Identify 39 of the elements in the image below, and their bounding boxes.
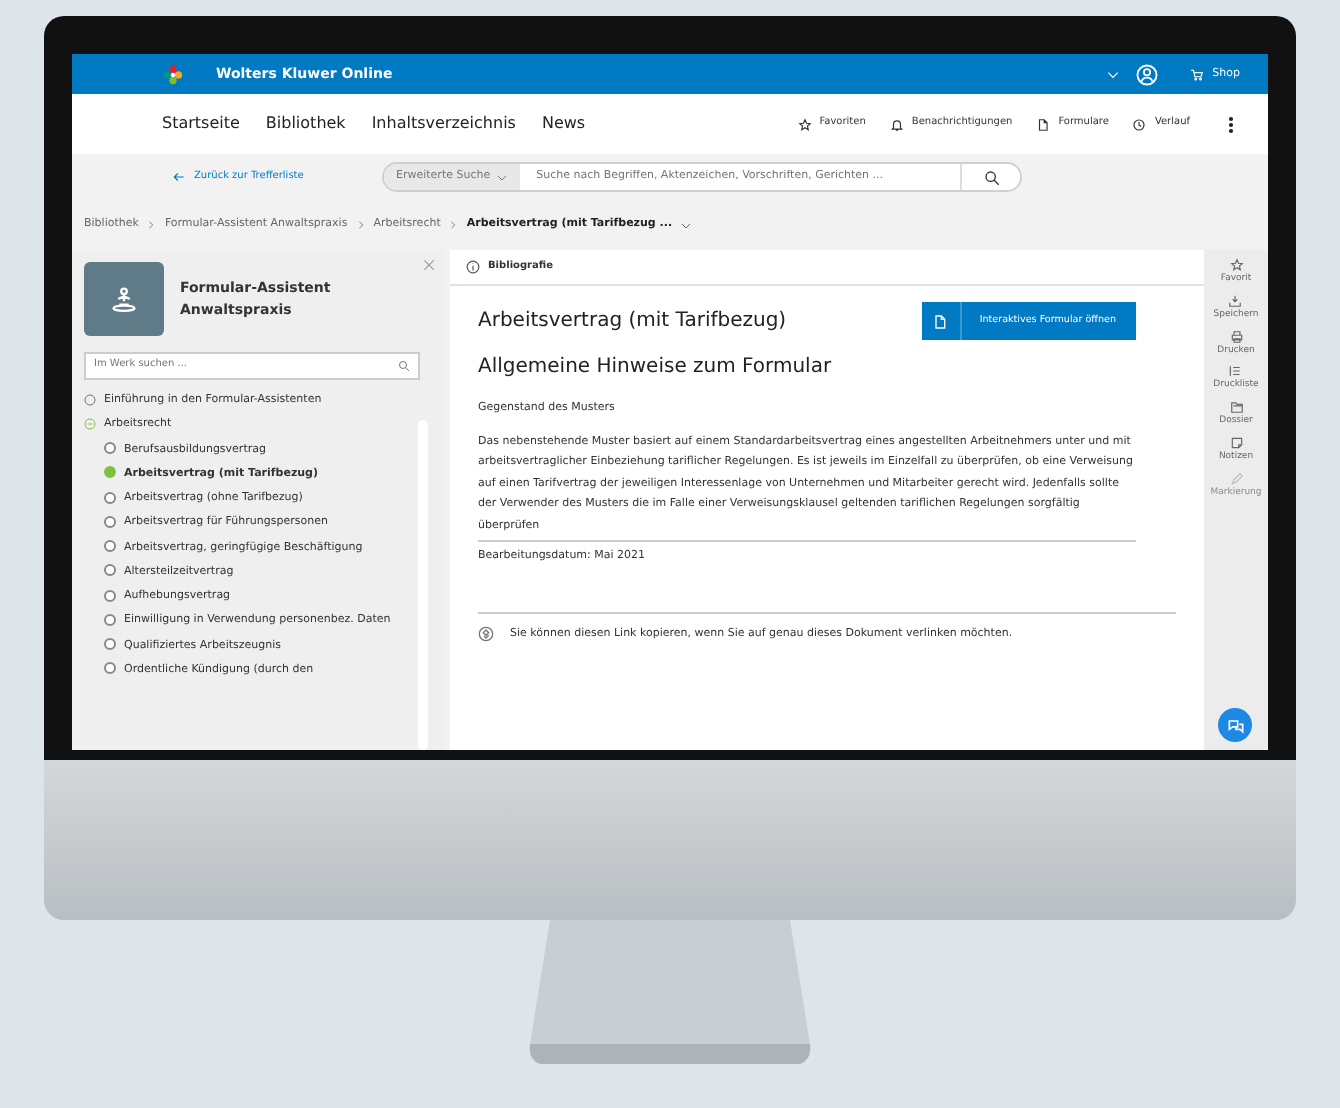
star-icon — [1229, 258, 1243, 272]
chevron-right-icon — [355, 220, 366, 230]
chevron-down-icon — [1106, 67, 1121, 81]
document-icon — [932, 313, 949, 329]
close-button[interactable] — [422, 258, 436, 272]
search-icon — [398, 360, 410, 372]
arrow-left-icon — [172, 170, 186, 184]
star-icon — [797, 117, 812, 131]
tray-icon — [1228, 293, 1243, 308]
folder-icon — [1229, 400, 1243, 414]
nav-link[interactable]: Inhaltsverzeichnis — [371, 112, 516, 136]
document-title: Arbeitsvertrag (mit Tarifbezug) — [478, 308, 787, 336]
search-button[interactable] — [960, 164, 1020, 190]
user-icon — [1136, 63, 1159, 85]
info-icon — [466, 260, 480, 274]
document-icon — [1036, 117, 1051, 131]
chevron-right-icon — [146, 220, 157, 230]
chevron-down-icon — [680, 219, 693, 231]
nav-link[interactable]: Bibliothek — [265, 112, 346, 136]
link-icon — [478, 625, 494, 642]
search-icon — [983, 169, 999, 185]
history-icon — [1132, 117, 1147, 131]
cart-icon — [1190, 67, 1205, 81]
pen-icon — [1229, 471, 1243, 485]
chat-button[interactable] — [1218, 708, 1252, 742]
chevron-down-icon — [496, 171, 509, 183]
bell-icon — [889, 117, 904, 131]
note-icon — [1229, 435, 1243, 450]
list-icon — [1228, 364, 1243, 379]
flower-logo-icon — [162, 63, 184, 85]
printer-icon — [1229, 329, 1243, 343]
section-heading: Allgemeine Hinweise zum Formular — [478, 354, 834, 382]
user-account-button[interactable] — [1136, 63, 1159, 85]
chevron-right-icon — [448, 220, 459, 230]
close-icon — [422, 258, 436, 272]
chat-bubbles-icon — [1225, 715, 1245, 735]
meditation-figure-icon — [110, 285, 138, 313]
nav-link[interactable]: Startseite — [162, 112, 240, 136]
nav-link[interactable]: News — [541, 112, 586, 136]
